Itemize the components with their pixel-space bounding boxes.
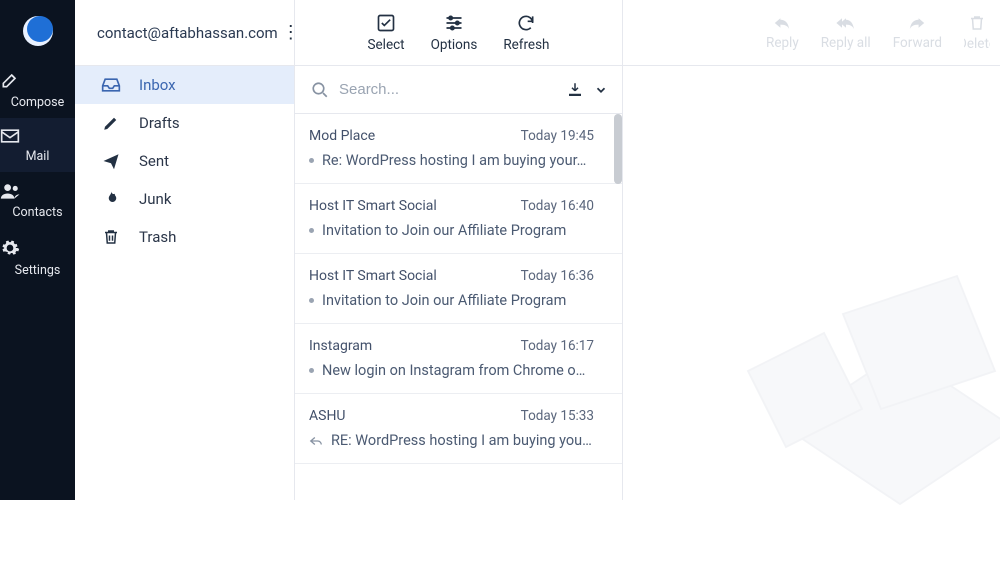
message-list-pane: Select Options Refresh xyxy=(295,0,623,500)
folder-pane: contact@aftabhassan.com ⋮ Inbox Drafts S… xyxy=(75,0,295,500)
delete-label: Delete xyxy=(964,36,990,52)
folder-inbox[interactable]: Inbox xyxy=(75,66,294,104)
nav-settings[interactable]: Settings xyxy=(0,228,75,286)
message-subject: Invitation to Join our Affiliate Program xyxy=(322,222,566,239)
inbox-icon xyxy=(101,77,121,93)
options-button[interactable]: Options xyxy=(431,13,478,53)
list-toolbar: Select Options Refresh xyxy=(295,0,622,66)
folder-trash[interactable]: Trash xyxy=(75,218,294,256)
folder-sent[interactable]: Sent xyxy=(75,142,294,180)
search-input[interactable] xyxy=(339,81,556,98)
refresh-label: Refresh xyxy=(503,37,549,53)
message-date: Today 16:36 xyxy=(521,268,594,284)
forward-label: Forward xyxy=(893,35,942,51)
unread-dot-icon xyxy=(309,368,314,373)
nav-settings-label: Settings xyxy=(15,263,61,278)
empty-state-illustration xyxy=(710,200,1000,580)
send-icon xyxy=(101,152,121,170)
unread-dot-icon xyxy=(309,298,314,303)
account-email[interactable]: contact@aftabhassan.com xyxy=(97,24,278,42)
refresh-button[interactable]: Refresh xyxy=(503,13,549,53)
select-label: Select xyxy=(368,37,405,53)
nav-contacts[interactable]: Contacts xyxy=(0,172,75,228)
reply-all-button: Reply all xyxy=(821,15,871,51)
folder-label: Sent xyxy=(139,152,169,170)
message-subject: Invitation to Join our Affiliate Program xyxy=(322,292,566,309)
contacts-icon xyxy=(0,182,75,200)
unread-dot-icon xyxy=(309,228,314,233)
preview-toolbar: Reply Reply all Forward Delete xyxy=(623,0,1000,66)
message-item[interactable]: Instagram Today 16:17 New login on Insta… xyxy=(295,324,622,394)
nav-compose[interactable]: Compose xyxy=(0,60,75,118)
search-icon xyxy=(311,81,329,99)
options-label: Options xyxy=(431,37,478,53)
nav-mail[interactable]: Mail xyxy=(0,118,75,172)
select-icon xyxy=(376,13,396,33)
folder-label: Inbox xyxy=(139,76,176,94)
delete-button: Delete xyxy=(964,14,990,52)
replied-icon xyxy=(309,435,323,447)
message-item[interactable]: ASHU Today 15:33 RE: WordPress hosting I… xyxy=(295,394,622,464)
compose-icon xyxy=(0,70,75,90)
chevron-down-icon[interactable] xyxy=(594,83,608,97)
message-from: Host IT Smart Social xyxy=(309,268,437,284)
app-logo xyxy=(23,16,53,46)
message-item[interactable]: Host IT Smart Social Today 16:40 Invitat… xyxy=(295,184,622,254)
message-date: Today 16:40 xyxy=(521,198,594,214)
folder-drafts[interactable]: Drafts xyxy=(75,104,294,142)
sliders-icon xyxy=(444,13,464,33)
message-date: Today 16:17 xyxy=(521,338,594,354)
preview-pane: Reply Reply all Forward Delete xyxy=(623,0,1000,500)
scrollbar-thumb[interactable] xyxy=(614,114,622,184)
reply-label: Reply xyxy=(766,35,799,51)
nav-contacts-label: Contacts xyxy=(12,205,62,220)
folder-label: Junk xyxy=(139,190,171,208)
search-bar xyxy=(295,66,622,114)
message-from: Instagram xyxy=(309,338,372,354)
nav-mail-label: Mail xyxy=(26,149,50,164)
trash-icon xyxy=(101,228,121,246)
message-subject: New login on Instagram from Chrome o… xyxy=(322,362,585,379)
reply-all-label: Reply all xyxy=(821,35,871,51)
select-button[interactable]: Select xyxy=(368,13,405,53)
message-item-partial[interactable] xyxy=(295,464,622,492)
reply-all-icon xyxy=(835,15,857,31)
message-subject: RE: WordPress hosting I am buying your… xyxy=(331,432,594,449)
reply-icon xyxy=(772,15,792,31)
mail-icon xyxy=(0,128,75,144)
reply-button: Reply xyxy=(766,15,799,51)
message-from: Mod Place xyxy=(309,128,375,144)
folder-label: Drafts xyxy=(139,114,180,132)
message-item[interactable]: Host IT Smart Social Today 16:36 Invitat… xyxy=(295,254,622,324)
message-date: Today 19:45 xyxy=(521,128,594,144)
folder-label: Trash xyxy=(139,228,176,246)
forward-icon xyxy=(907,15,927,31)
message-from: Host IT Smart Social xyxy=(309,198,437,214)
pencil-icon xyxy=(101,114,121,132)
folder-junk[interactable]: Junk xyxy=(75,180,294,218)
message-subject: Re: WordPress hosting I am buying your… xyxy=(322,152,586,169)
gear-icon xyxy=(0,238,75,258)
message-from: ASHU xyxy=(309,408,346,424)
message-date: Today 15:33 xyxy=(521,408,594,424)
trash-icon xyxy=(968,14,986,32)
account-header: contact@aftabhassan.com ⋮ xyxy=(75,0,294,66)
unread-dot-icon xyxy=(309,158,314,163)
forward-button: Forward xyxy=(893,15,942,51)
message-item[interactable]: Mod Place Today 19:45 Re: WordPress host… xyxy=(295,114,622,184)
nav-compose-label: Compose xyxy=(11,95,64,110)
nav-rail: Compose Mail Contacts Settings xyxy=(0,0,75,500)
refresh-icon xyxy=(516,13,536,33)
message-list[interactable]: Mod Place Today 19:45 Re: WordPress host… xyxy=(295,114,622,500)
download-icon[interactable] xyxy=(566,81,584,99)
fire-icon xyxy=(101,190,121,208)
